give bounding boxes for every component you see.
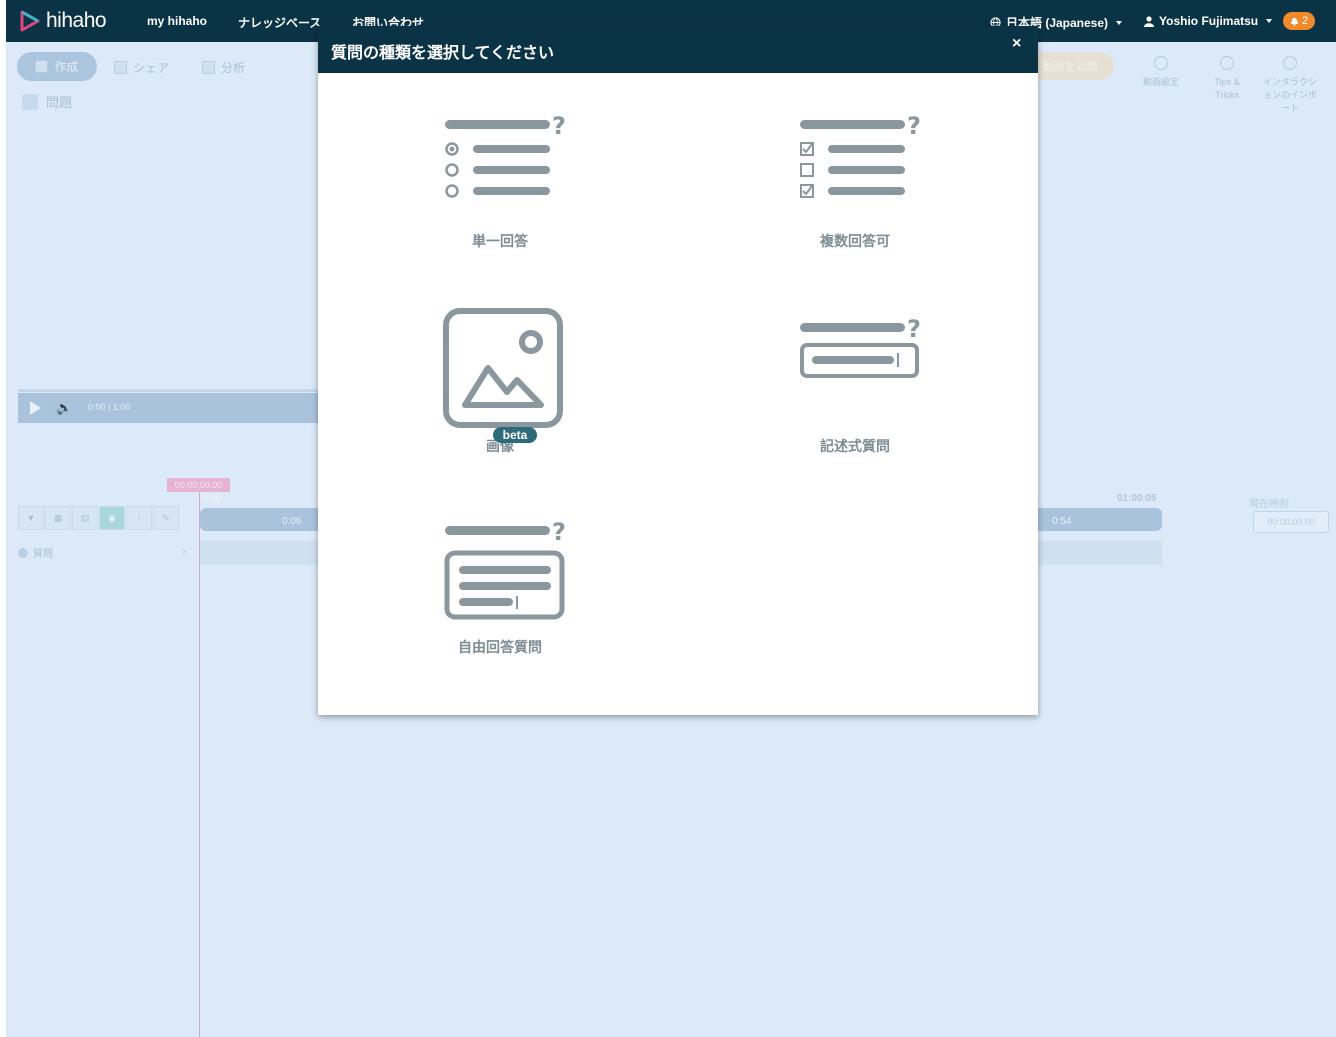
timeline-tick: 0:54	[1052, 516, 1072, 527]
timeline-row-label: 質問	[33, 549, 53, 560]
question-type-label: 単一回答	[472, 233, 528, 249]
timeline-toolbar: ▼ ▦ ▤ ◉ ↑ ✎	[18, 506, 180, 530]
edit-icon[interactable]: ✎	[153, 506, 179, 530]
progress-bar[interactable]	[18, 389, 323, 392]
share-icon	[114, 61, 127, 74]
chart-icon	[202, 61, 215, 74]
svg-text:?: ?	[907, 316, 920, 343]
open-answer-icon: ?	[444, 519, 565, 620]
copy-icon	[1283, 56, 1297, 70]
question-type-label: 記述式質問	[820, 438, 890, 454]
modal-title: 質問の種類を選択してください	[331, 45, 555, 62]
tab-create-label: 作成	[54, 60, 79, 74]
tab-create[interactable]: 作成	[17, 52, 97, 81]
volume-icon[interactable]: 🔈	[56, 401, 76, 415]
beta-badge: beta	[493, 427, 537, 443]
tab-analytics[interactable]: 分析	[202, 59, 245, 76]
current-time-input[interactable]: 00:00:00.00	[1253, 511, 1329, 533]
question-type-text[interactable]: ? 記述式質問	[770, 316, 940, 456]
gear-icon	[1154, 56, 1168, 70]
eye-icon[interactable]: ◉	[99, 506, 125, 530]
timeline-start: 0:00	[202, 493, 222, 504]
svg-text:?: ?	[907, 114, 920, 140]
timeline-cursor-line	[199, 492, 200, 1037]
question-type-label: 自由回答質問	[458, 639, 542, 655]
video-settings-label: 動画設定	[1142, 77, 1179, 87]
nav-link-knowledge-base[interactable]: ナレッジベース	[238, 14, 321, 31]
filter-icon[interactable]: ▼	[18, 506, 44, 530]
question-type-label: 複数回答可	[820, 233, 890, 249]
multiple-choice-icon: ?	[800, 114, 920, 198]
upload-icon[interactable]: ↑	[126, 506, 152, 530]
logo[interactable]: hihaho	[20, 9, 107, 33]
question-type-modal: 質問の種類を選択してください × ? 単一回答 ? 複数回答可 画像 beta …	[318, 26, 1038, 715]
single-choice-icon: ?	[445, 114, 565, 198]
info-icon	[18, 547, 28, 558]
tab-analytics-label: 分析	[221, 61, 246, 75]
user-name: Yoshio Fujimatsu	[1159, 14, 1259, 28]
logo-text: hihaho	[46, 9, 107, 32]
nav-link-my-hihaho[interactable]: my hihaho	[147, 14, 207, 28]
question-type-multiple-choice[interactable]: ? 複数回答可	[770, 114, 940, 251]
publish-button[interactable]: 動画を公開	[1026, 52, 1114, 80]
create-icon	[35, 60, 49, 73]
timeline-end: 01:00.05	[1117, 493, 1157, 504]
timeline-marker[interactable]: 00:00:00.00	[167, 478, 230, 492]
current-time-label: 現在時刻	[1249, 499, 1289, 510]
play-icon[interactable]	[30, 401, 41, 415]
logo-play-icon	[20, 10, 40, 32]
pencil-icon	[22, 93, 38, 110]
tab-share-label: シェア	[133, 61, 170, 75]
image-icon	[443, 308, 563, 428]
svg-text:?: ?	[552, 519, 565, 546]
user-icon	[1144, 15, 1154, 27]
tips-label: Tips & Tricks	[1214, 77, 1240, 100]
layers-icon[interactable]: ▤	[72, 506, 98, 530]
user-menu[interactable]: Yoshio Fujimatsu	[1144, 14, 1273, 28]
timeline-row-question[interactable]: 質問 ›	[18, 544, 186, 560]
grid-icon[interactable]: ▦	[45, 506, 71, 530]
close-icon[interactable]: ×	[1012, 35, 1021, 53]
import-interactions-button[interactable]: インタラクションのインポート	[1262, 56, 1318, 115]
lightbulb-icon	[1220, 56, 1234, 70]
timeline-tick: 0:06	[282, 516, 302, 527]
notification-count: 2	[1301, 15, 1309, 27]
player-time: 0:00 | 1:00	[88, 402, 131, 412]
question-type-open[interactable]: ? 自由回答質問	[415, 519, 585, 657]
svg-text:?: ?	[552, 114, 565, 140]
tab-share[interactable]: シェア	[114, 59, 169, 76]
section-title: 問題	[22, 92, 72, 111]
chevron-down-icon	[1116, 20, 1123, 25]
video-settings-button[interactable]: 動画設定	[1139, 56, 1183, 89]
bell-icon	[1290, 18, 1298, 26]
chevron-right-icon: ›	[182, 544, 186, 558]
video-player-controls: 🔈 0:00 | 1:00	[18, 389, 323, 423]
question-type-single-choice[interactable]: ? 単一回答	[415, 114, 585, 251]
text-answer-icon: ?	[800, 316, 920, 378]
tips-button[interactable]: Tips & Tricks	[1206, 56, 1248, 102]
section-title-text: 問題	[46, 95, 73, 110]
modal-header: 質問の種類を選択してください ×	[318, 26, 1038, 73]
notification-badge[interactable]: 2	[1283, 12, 1315, 30]
chevron-down-icon	[1266, 19, 1273, 23]
import-label: インタラクションのインポート	[1262, 77, 1317, 113]
